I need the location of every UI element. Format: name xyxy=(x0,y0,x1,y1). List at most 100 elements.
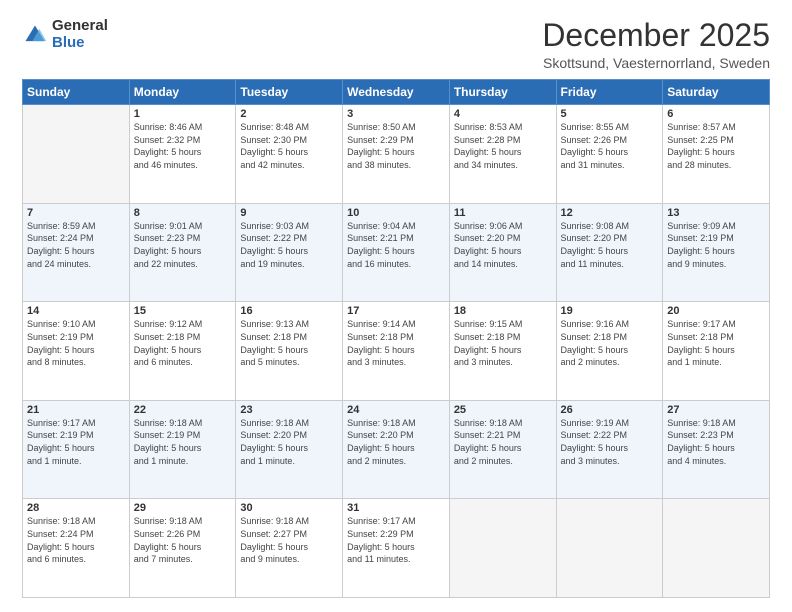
day-number: 29 xyxy=(134,502,232,514)
table-row: 31Sunrise: 9:17 AM Sunset: 2:29 PM Dayli… xyxy=(343,499,450,598)
day-number: 16 xyxy=(240,305,338,317)
day-number: 19 xyxy=(561,305,659,317)
logo-blue: Blue xyxy=(52,35,108,52)
day-info: Sunrise: 9:06 AM Sunset: 2:20 PM Dayligh… xyxy=(454,220,552,270)
table-row: 9Sunrise: 9:03 AM Sunset: 2:22 PM Daylig… xyxy=(236,203,343,302)
table-row: 1Sunrise: 8:46 AM Sunset: 2:32 PM Daylig… xyxy=(129,105,236,204)
calendar-table: Sunday Monday Tuesday Wednesday Thursday… xyxy=(22,79,770,598)
logo-general: General xyxy=(52,18,108,35)
table-row: 3Sunrise: 8:50 AM Sunset: 2:29 PM Daylig… xyxy=(343,105,450,204)
col-thursday: Thursday xyxy=(449,80,556,105)
day-info: Sunrise: 9:04 AM Sunset: 2:21 PM Dayligh… xyxy=(347,220,445,270)
day-info: Sunrise: 8:57 AM Sunset: 2:25 PM Dayligh… xyxy=(667,121,765,171)
calendar-week-row: 28Sunrise: 9:18 AM Sunset: 2:24 PM Dayli… xyxy=(23,499,770,598)
calendar-week-row: 21Sunrise: 9:17 AM Sunset: 2:19 PM Dayli… xyxy=(23,400,770,499)
day-number: 28 xyxy=(27,502,125,514)
day-number: 25 xyxy=(454,404,552,416)
table-row: 2Sunrise: 8:48 AM Sunset: 2:30 PM Daylig… xyxy=(236,105,343,204)
table-row: 26Sunrise: 9:19 AM Sunset: 2:22 PM Dayli… xyxy=(556,400,663,499)
day-info: Sunrise: 9:03 AM Sunset: 2:22 PM Dayligh… xyxy=(240,220,338,270)
table-row: 5Sunrise: 8:55 AM Sunset: 2:26 PM Daylig… xyxy=(556,105,663,204)
day-info: Sunrise: 9:17 AM Sunset: 2:29 PM Dayligh… xyxy=(347,515,445,565)
logo-text: General Blue xyxy=(52,18,108,51)
day-info: Sunrise: 9:19 AM Sunset: 2:22 PM Dayligh… xyxy=(561,417,659,467)
day-info: Sunrise: 9:16 AM Sunset: 2:18 PM Dayligh… xyxy=(561,318,659,368)
day-number: 9 xyxy=(240,207,338,219)
day-number: 10 xyxy=(347,207,445,219)
day-info: Sunrise: 9:13 AM Sunset: 2:18 PM Dayligh… xyxy=(240,318,338,368)
day-number: 15 xyxy=(134,305,232,317)
day-info: Sunrise: 9:18 AM Sunset: 2:26 PM Dayligh… xyxy=(134,515,232,565)
day-info: Sunrise: 9:12 AM Sunset: 2:18 PM Dayligh… xyxy=(134,318,232,368)
table-row: 7Sunrise: 8:59 AM Sunset: 2:24 PM Daylig… xyxy=(23,203,130,302)
day-info: Sunrise: 9:15 AM Sunset: 2:18 PM Dayligh… xyxy=(454,318,552,368)
day-number: 3 xyxy=(347,108,445,120)
day-number: 31 xyxy=(347,502,445,514)
day-number: 22 xyxy=(134,404,232,416)
day-number: 13 xyxy=(667,207,765,219)
day-number: 18 xyxy=(454,305,552,317)
table-row: 6Sunrise: 8:57 AM Sunset: 2:25 PM Daylig… xyxy=(663,105,770,204)
day-number: 7 xyxy=(27,207,125,219)
table-row: 23Sunrise: 9:18 AM Sunset: 2:20 PM Dayli… xyxy=(236,400,343,499)
day-info: Sunrise: 9:17 AM Sunset: 2:18 PM Dayligh… xyxy=(667,318,765,368)
table-row: 18Sunrise: 9:15 AM Sunset: 2:18 PM Dayli… xyxy=(449,302,556,401)
day-info: Sunrise: 9:18 AM Sunset: 2:19 PM Dayligh… xyxy=(134,417,232,467)
day-number: 6 xyxy=(667,108,765,120)
day-info: Sunrise: 9:09 AM Sunset: 2:19 PM Dayligh… xyxy=(667,220,765,270)
day-info: Sunrise: 9:18 AM Sunset: 2:20 PM Dayligh… xyxy=(240,417,338,467)
col-friday: Friday xyxy=(556,80,663,105)
table-row: 21Sunrise: 9:17 AM Sunset: 2:19 PM Dayli… xyxy=(23,400,130,499)
day-number: 21 xyxy=(27,404,125,416)
day-number: 27 xyxy=(667,404,765,416)
table-row xyxy=(449,499,556,598)
main-title: December 2025 xyxy=(542,18,770,53)
day-number: 11 xyxy=(454,207,552,219)
table-row: 13Sunrise: 9:09 AM Sunset: 2:19 PM Dayli… xyxy=(663,203,770,302)
table-row xyxy=(663,499,770,598)
day-number: 23 xyxy=(240,404,338,416)
col-monday: Monday xyxy=(129,80,236,105)
table-row: 10Sunrise: 9:04 AM Sunset: 2:21 PM Dayli… xyxy=(343,203,450,302)
logo-icon xyxy=(22,22,48,48)
day-number: 24 xyxy=(347,404,445,416)
title-block: December 2025 Skottsund, Vaesternorrland… xyxy=(542,18,770,71)
calendar-week-row: 1Sunrise: 8:46 AM Sunset: 2:32 PM Daylig… xyxy=(23,105,770,204)
table-row: 15Sunrise: 9:12 AM Sunset: 2:18 PM Dayli… xyxy=(129,302,236,401)
table-row: 22Sunrise: 9:18 AM Sunset: 2:19 PM Dayli… xyxy=(129,400,236,499)
table-row: 29Sunrise: 9:18 AM Sunset: 2:26 PM Dayli… xyxy=(129,499,236,598)
day-info: Sunrise: 8:50 AM Sunset: 2:29 PM Dayligh… xyxy=(347,121,445,171)
day-info: Sunrise: 9:14 AM Sunset: 2:18 PM Dayligh… xyxy=(347,318,445,368)
day-info: Sunrise: 9:01 AM Sunset: 2:23 PM Dayligh… xyxy=(134,220,232,270)
day-number: 12 xyxy=(561,207,659,219)
col-wednesday: Wednesday xyxy=(343,80,450,105)
header: General Blue December 2025 Skottsund, Va… xyxy=(22,18,770,71)
table-row xyxy=(556,499,663,598)
table-row: 14Sunrise: 9:10 AM Sunset: 2:19 PM Dayli… xyxy=(23,302,130,401)
table-row xyxy=(23,105,130,204)
day-info: Sunrise: 8:46 AM Sunset: 2:32 PM Dayligh… xyxy=(134,121,232,171)
subtitle: Skottsund, Vaesternorrland, Sweden xyxy=(542,55,770,71)
day-number: 8 xyxy=(134,207,232,219)
table-row: 8Sunrise: 9:01 AM Sunset: 2:23 PM Daylig… xyxy=(129,203,236,302)
table-row: 30Sunrise: 9:18 AM Sunset: 2:27 PM Dayli… xyxy=(236,499,343,598)
day-info: Sunrise: 8:53 AM Sunset: 2:28 PM Dayligh… xyxy=(454,121,552,171)
day-number: 4 xyxy=(454,108,552,120)
logo: General Blue xyxy=(22,18,108,51)
day-number: 26 xyxy=(561,404,659,416)
day-info: Sunrise: 8:59 AM Sunset: 2:24 PM Dayligh… xyxy=(27,220,125,270)
calendar-week-row: 7Sunrise: 8:59 AM Sunset: 2:24 PM Daylig… xyxy=(23,203,770,302)
day-info: Sunrise: 9:18 AM Sunset: 2:20 PM Dayligh… xyxy=(347,417,445,467)
table-row: 28Sunrise: 9:18 AM Sunset: 2:24 PM Dayli… xyxy=(23,499,130,598)
table-row: 24Sunrise: 9:18 AM Sunset: 2:20 PM Dayli… xyxy=(343,400,450,499)
day-info: Sunrise: 8:55 AM Sunset: 2:26 PM Dayligh… xyxy=(561,121,659,171)
day-number: 2 xyxy=(240,108,338,120)
day-info: Sunrise: 9:10 AM Sunset: 2:19 PM Dayligh… xyxy=(27,318,125,368)
page: General Blue December 2025 Skottsund, Va… xyxy=(0,0,792,612)
table-row: 16Sunrise: 9:13 AM Sunset: 2:18 PM Dayli… xyxy=(236,302,343,401)
day-number: 20 xyxy=(667,305,765,317)
table-row: 27Sunrise: 9:18 AM Sunset: 2:23 PM Dayli… xyxy=(663,400,770,499)
table-row: 19Sunrise: 9:16 AM Sunset: 2:18 PM Dayli… xyxy=(556,302,663,401)
table-row: 12Sunrise: 9:08 AM Sunset: 2:20 PM Dayli… xyxy=(556,203,663,302)
day-info: Sunrise: 8:48 AM Sunset: 2:30 PM Dayligh… xyxy=(240,121,338,171)
